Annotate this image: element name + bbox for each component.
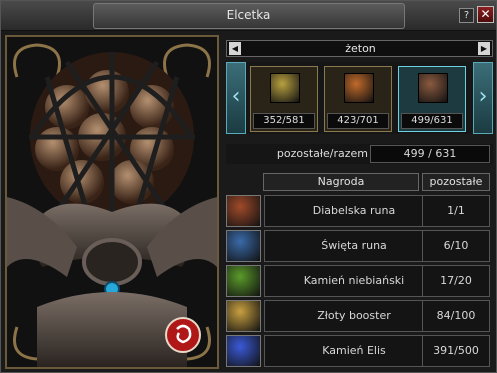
rune-icon [226, 230, 261, 262]
reward-remaining: 84/100 [422, 300, 490, 332]
key-icon [270, 73, 300, 103]
title-bar[interactable]: Elcetka ? ✕ [1, 1, 496, 31]
column-header-reward: Nagroda [263, 173, 419, 191]
table-row[interactable]: Święta runa 6/10 [226, 229, 493, 263]
reward-remaining: 17/20 [422, 265, 490, 297]
gem-stone-icon [226, 265, 261, 297]
reward-remaining: 6/10 [422, 230, 490, 262]
remaining-value: 499 / 631 [370, 145, 490, 163]
close-button[interactable]: ✕ [477, 6, 494, 23]
reward-name: Kamień Elis [264, 335, 444, 367]
reward-name: Święta runa [264, 230, 444, 262]
rune-icon [418, 73, 448, 103]
token-count: 423/701 [327, 113, 389, 129]
table-row[interactable]: Diabelska runa 1/1 [226, 194, 493, 228]
selector-next-arrow-icon[interactable]: ▶ [478, 42, 490, 55]
carousel-prev-button[interactable]: ‹ [226, 62, 246, 134]
table-row[interactable]: Kamień Elis 391/500 [226, 334, 493, 368]
token-slot[interactable]: 499/631 [398, 66, 466, 132]
remaining-label: pozostałe/razem [276, 147, 368, 160]
gacha-machine-image [5, 35, 219, 369]
column-header-remaining: pozostałe [422, 173, 490, 191]
token-selector[interactable]: ◀ żeton ▶ [226, 40, 493, 57]
table-row[interactable]: Kamień niebiański 17/20 [226, 264, 493, 298]
remaining-total-row: pozostałe/razem 499 / 631 [226, 144, 493, 164]
crystal-icon [226, 335, 261, 367]
token-slot[interactable]: 423/701 [324, 66, 392, 132]
reward-name: Złoty booster [264, 300, 444, 332]
reward-remaining: 391/500 [422, 335, 490, 367]
treasure-chest-icon [344, 73, 374, 103]
token-slot[interactable]: 352/581 [250, 66, 318, 132]
booster-icon [226, 300, 261, 332]
reward-window: Elcetka ? ✕ ◀ żeton ▶ ‹ 352/581 423/701 … [0, 0, 497, 373]
table-row[interactable]: Złoty booster 84/100 [226, 299, 493, 333]
help-button[interactable]: ? [459, 8, 474, 23]
carousel-next-button[interactable]: › [473, 62, 493, 134]
token-count: 499/631 [401, 113, 463, 129]
selector-label: żeton [345, 42, 376, 55]
rune-icon [226, 195, 261, 227]
token-count: 352/581 [253, 113, 315, 129]
reward-name: Diabelska runa [264, 195, 444, 227]
window-title: Elcetka [226, 8, 271, 22]
reward-remaining: 1/1 [422, 195, 490, 227]
token-carousel: ‹ 352/581 423/701 499/631 › [226, 62, 493, 134]
reward-name: Kamień niebiański [264, 265, 444, 297]
